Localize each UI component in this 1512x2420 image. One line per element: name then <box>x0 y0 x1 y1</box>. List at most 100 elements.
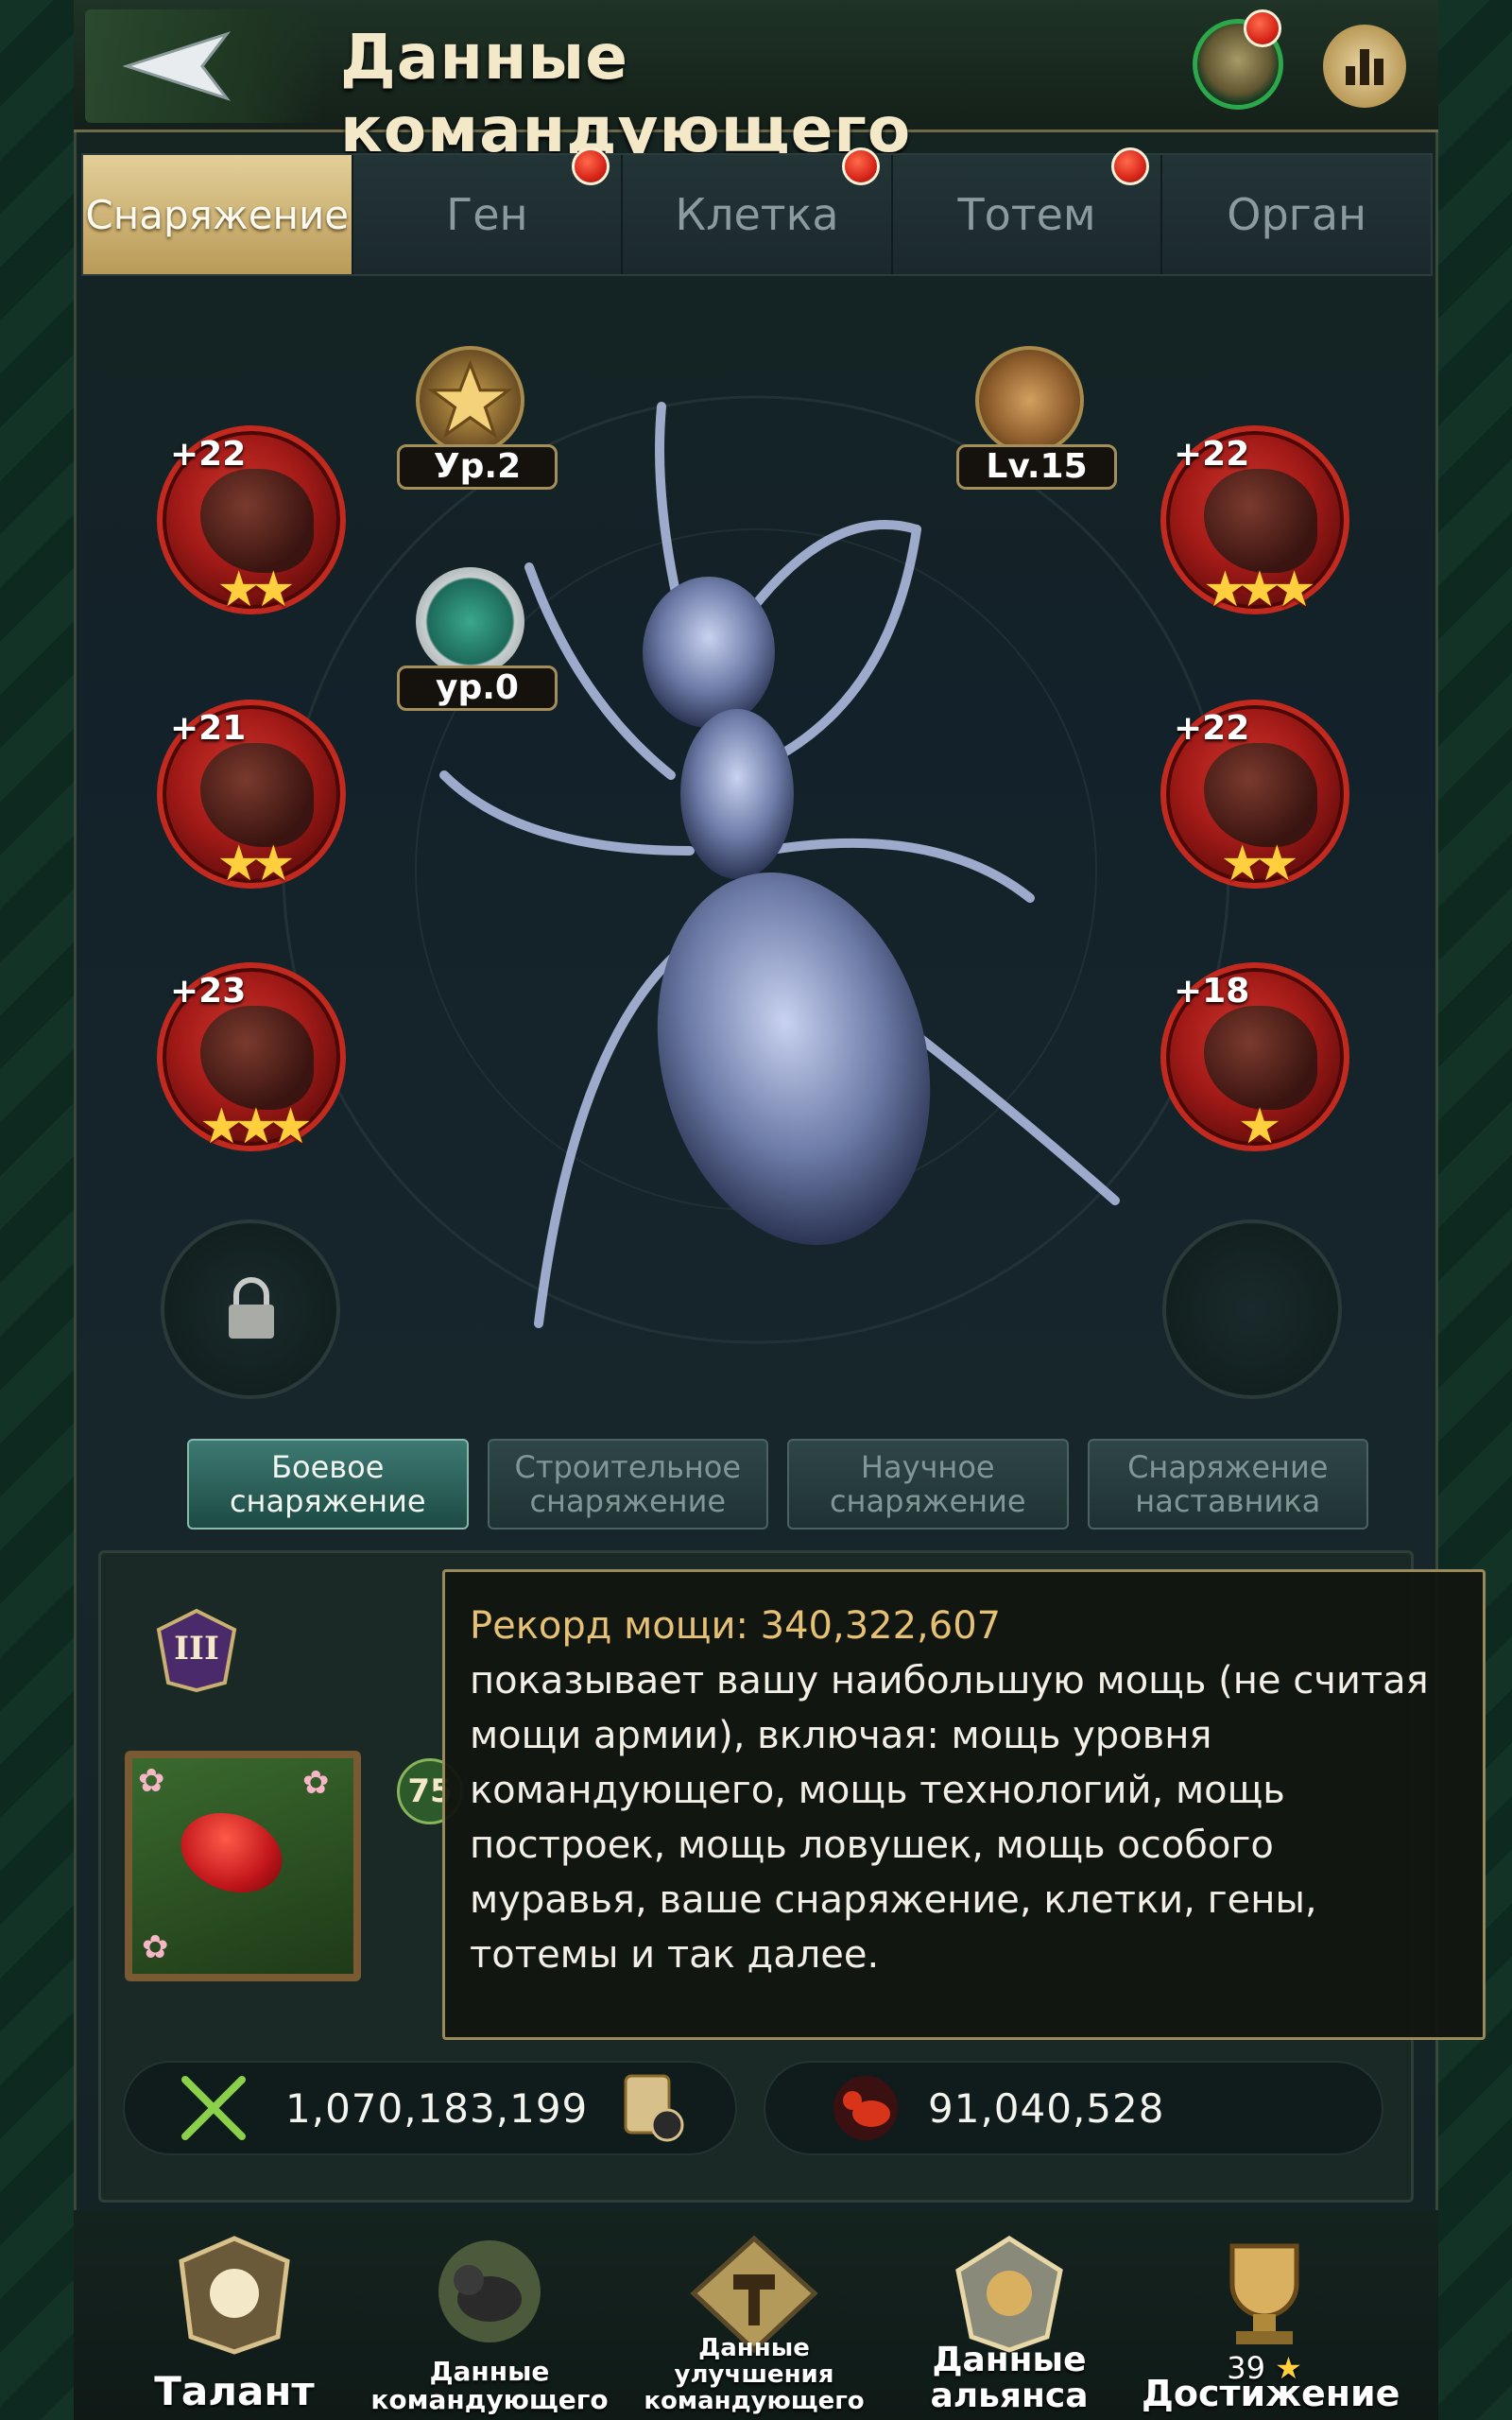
equipment-slot-left-3[interactable]: +23 ★★★ <box>157 962 346 1151</box>
category-label: снаряжение <box>829 1483 1026 1519</box>
category-building-equipment[interactable]: Строительное снаряжение <box>487 1439 768 1530</box>
equipment-level: +22 <box>1174 435 1250 474</box>
star-rating: ★ <box>1237 1098 1282 1155</box>
power-stat: 1,070,183,199 <box>123 2061 737 2155</box>
tooltip-heading: Рекорд мощи: 340,322,607 <box>470 1604 1002 1648</box>
equipment-item-icon <box>1204 743 1317 847</box>
nav-commander-data[interactable]: Данные командующего <box>367 2210 612 2420</box>
equipment-category-bar: Боевое снаряжение Строительное снаряжени… <box>187 1439 1368 1533</box>
star-rating: ★★ <box>216 562 295 618</box>
crossed-swords-icon <box>181 2076 246 2140</box>
ant-head-icon <box>975 346 1084 455</box>
badge-level: ур.0 <box>397 666 558 711</box>
star-rating: ★★★ <box>1203 562 1316 618</box>
tooltip-body: показывает вашу наибольшую мощь (не счит… <box>470 1659 1429 1977</box>
star-rating: ★★★ <box>199 1098 313 1155</box>
nav-label: Данные улучшения командующего <box>644 2334 865 2415</box>
ant-badge[interactable]: Lv.15 <box>956 346 1117 490</box>
category-label: Снаряжение <box>1127 1449 1329 1485</box>
category-label: Боевое <box>271 1449 385 1485</box>
page-title: Данные командующего <box>340 21 912 166</box>
equipment-level: +22 <box>170 435 247 474</box>
nav-label: Талант <box>154 2368 315 2414</box>
equipment-slot-right-2[interactable]: +22 ★★ <box>1160 700 1349 889</box>
commander-avatar[interactable]: ✿ ✿ ✿ <box>125 1751 361 1981</box>
equipment-item-icon <box>1204 1006 1317 1110</box>
tab-label: Ген <box>446 189 528 240</box>
equipment-item-icon <box>200 469 314 573</box>
scroll-history-icon[interactable] <box>620 2070 686 2146</box>
flower-icon: ✿ <box>142 1928 169 1966</box>
right-background <box>1436 0 1512 2420</box>
badge-level: Ур.2 <box>397 444 558 490</box>
equipment-level: +22 <box>1174 709 1250 748</box>
tab-label: Снаряжение <box>85 191 350 238</box>
flower-icon: ✿ <box>302 1764 330 1802</box>
tab-label: Орган <box>1227 189 1367 240</box>
ant-avatar-icon <box>169 1799 294 1907</box>
emblem-badge[interactable]: ур.0 <box>397 567 558 711</box>
equipment-level: +18 <box>1174 972 1250 1011</box>
notification-dot-icon <box>1244 9 1281 47</box>
nav-alliance-data[interactable]: Данные альянса <box>886 2210 1132 2420</box>
emblem-icon <box>416 567 524 676</box>
commander-ant-icon <box>438 2240 541 2342</box>
left-background <box>0 0 76 2420</box>
talent-crest-icon <box>179 2236 290 2355</box>
tab-bar: Снаряжение Ген Клетка Тотем Орган <box>81 147 1433 276</box>
category-label: Научное <box>860 1449 995 1485</box>
equipment-slot-left-1[interactable]: +22 ★★ <box>157 425 346 614</box>
power-value: 1,070,183,199 <box>285 2084 589 2132</box>
rank-roman: III <box>174 1630 219 1668</box>
bottom-navigation: Талант Данные командующего Данные улучше… <box>74 2210 1438 2420</box>
alliance-shield-icon <box>955 2236 1063 2353</box>
equipment-area: +22 ★★ +21 ★★ +23 ★★★ +22 ★★★ +22 ★★ +18… <box>85 284 1427 1399</box>
category-combat-equipment[interactable]: Боевое снаряжение <box>187 1439 469 1530</box>
tab-totem[interactable]: Тотем <box>892 147 1163 274</box>
army-value: 91,040,528 <box>928 2084 1165 2132</box>
star-badge[interactable]: Ур.2 <box>397 346 558 490</box>
equipment-slot-right-1[interactable]: +22 ★★★ <box>1160 425 1349 614</box>
achievement-trophy-icon <box>1229 2243 1299 2344</box>
equipment-item-icon <box>200 1006 314 1110</box>
locked-equipment-slot[interactable] <box>161 1219 340 1399</box>
army-stat: 91,040,528 <box>764 2061 1383 2155</box>
notification-dot-icon <box>841 147 880 185</box>
bar-chart-icon <box>1346 49 1383 85</box>
tab-organ[interactable]: Орган <box>1162 155 1431 274</box>
category-label: снаряжение <box>529 1483 727 1519</box>
category-label: наставника <box>1135 1483 1321 1519</box>
lock-icon <box>229 1277 274 1339</box>
tab-gene[interactable]: Ген <box>352 147 624 274</box>
nav-talent[interactable]: Талант <box>112 2210 357 2420</box>
nav-label: Данные альянса <box>930 2341 1089 2415</box>
category-label: снаряжение <box>229 1483 426 1519</box>
category-label: Строительное <box>514 1449 742 1485</box>
nav-upgrade-data[interactable]: Данные улучшения командующего <box>631 2210 877 2420</box>
badge-level: Lv.15 <box>956 444 1117 490</box>
back-button[interactable] <box>85 9 321 123</box>
nav-achievement[interactable]: 39 ★ Достижение <box>1142 2210 1400 2420</box>
empty-equipment-slot[interactable] <box>1162 1219 1342 1399</box>
star-icon <box>416 346 524 455</box>
star-rating: ★★ <box>1220 836 1298 892</box>
tab-equipment[interactable]: Снаряжение <box>83 155 353 274</box>
flower-icon: ✿ <box>138 1762 165 1800</box>
category-mentor-equipment[interactable]: Снаряжение наставника <box>1087 1439 1368 1530</box>
tab-cell[interactable]: Клетка <box>623 147 893 274</box>
equipment-level: +23 <box>170 972 247 1011</box>
equipment-level: +21 <box>170 709 247 748</box>
equipment-slot-right-3[interactable]: +18 ★ <box>1160 962 1349 1151</box>
equipment-item-icon <box>1204 469 1317 573</box>
equipment-slot-left-2[interactable]: +21 ★★ <box>157 700 346 889</box>
tab-label: Клетка <box>675 189 839 240</box>
tab-label: Тотем <box>957 189 1096 240</box>
notification-dot-icon <box>1111 147 1150 185</box>
category-science-equipment[interactable]: Научное снаряжение <box>787 1439 1069 1530</box>
ranking-button[interactable] <box>1323 25 1406 108</box>
notification-dot-icon <box>572 147 610 185</box>
equipment-item-icon <box>200 743 314 847</box>
nav-label: Данные командующего <box>370 2356 609 2415</box>
nav-label: Достижение <box>1142 2373 1400 2414</box>
rank-badge[interactable]: III <box>151 1607 242 1693</box>
